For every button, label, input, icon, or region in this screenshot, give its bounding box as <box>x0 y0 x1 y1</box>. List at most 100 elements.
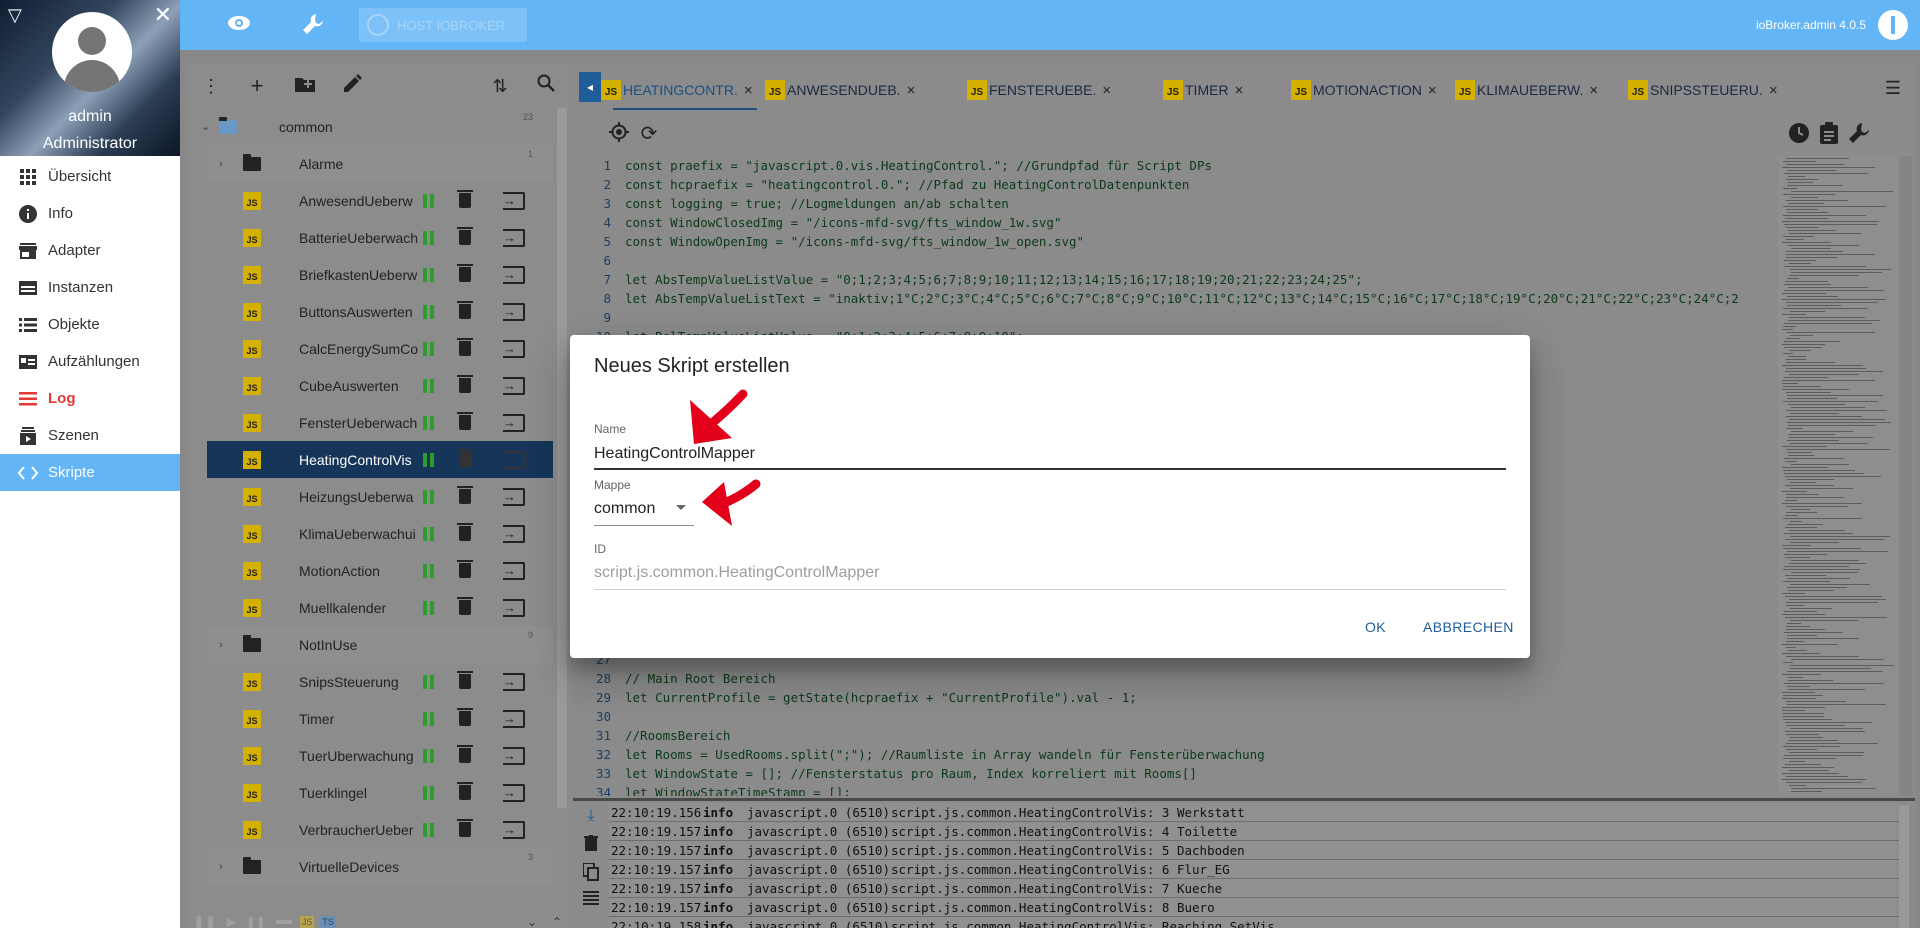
sidebar-item-uebersicht[interactable]: Übersicht <box>0 158 180 195</box>
more-vert-icon[interactable]: ⋮ <box>199 74 223 98</box>
delete-icon[interactable] <box>457 486 473 504</box>
chevron-right-icon[interactable]: › <box>219 158 223 170</box>
folder-select[interactable]: common <box>594 500 655 518</box>
tree-script[interactable]: JS HeizungsUeberwa → <box>207 478 553 515</box>
menu-toggle-icon[interactable]: ▽ <box>8 6 22 24</box>
cancel-button[interactable]: ABBRECHEN <box>1423 619 1514 635</box>
delete-icon[interactable] <box>457 708 473 726</box>
pause-script-icon[interactable] <box>423 601 435 615</box>
export-icon[interactable]: → <box>503 340 525 358</box>
settings-wrench-icon[interactable] <box>1847 122 1871 146</box>
pause-script-icon[interactable] <box>423 564 435 578</box>
tree-folder[interactable]: › NotInUse 9 <box>207 626 553 663</box>
export-icon[interactable]: → <box>503 192 525 210</box>
pause-script-icon[interactable] <box>423 194 435 208</box>
pause-script-icon[interactable] <box>423 675 435 689</box>
pause-script-icon[interactable] <box>423 342 435 356</box>
export-icon[interactable]: → <box>503 229 525 247</box>
editor-tab[interactable]: JS ANWESENDUEB. × <box>765 78 915 102</box>
export-icon[interactable]: → <box>503 599 525 617</box>
editor-tab[interactable]: JS SNIPSSTEUERU. × <box>1628 78 1778 102</box>
pause-script-icon[interactable] <box>423 379 435 393</box>
js-filter-icon[interactable]: JS <box>299 916 315 928</box>
sidebar-item-log[interactable]: Log <box>0 380 180 417</box>
add-script-button[interactable]: + <box>245 74 269 98</box>
wrench-icon[interactable] <box>301 13 325 37</box>
editor-scrollbar[interactable] <box>1900 156 1912 796</box>
delete-icon[interactable] <box>457 375 473 393</box>
export-icon[interactable]: → <box>503 710 525 728</box>
sidebar-item-objekte[interactable]: Objekte <box>0 306 180 343</box>
pause-script-icon[interactable] <box>423 490 435 504</box>
tree-script[interactable]: JS ButtonsAuswerten → <box>207 293 553 330</box>
tree-script-selected[interactable]: JS HeatingControlVis → <box>207 441 553 478</box>
pause-script-icon[interactable] <box>423 823 435 837</box>
delete-icon[interactable] <box>457 745 473 763</box>
pause-script-icon[interactable] <box>423 268 435 282</box>
pause-script-icon[interactable] <box>423 712 435 726</box>
copy-icon[interactable] <box>581 862 601 883</box>
expand-icon[interactable]: ⌃ <box>552 915 562 929</box>
export-icon[interactable]: → <box>503 377 525 395</box>
delete-icon[interactable] <box>457 227 473 245</box>
delete-icon[interactable] <box>457 190 473 208</box>
pause-script-icon[interactable] <box>423 749 435 763</box>
editor-tab[interactable]: JS FENSTERUEBE. × <box>967 78 1111 102</box>
tree-script[interactable]: JS TuerUberwachung → <box>207 737 553 774</box>
tree-script[interactable]: JS Muellkalender → <box>207 589 553 626</box>
pause-script-icon[interactable] <box>423 786 435 800</box>
collapse-tree-button[interactable]: ◂ <box>579 72 601 102</box>
log-scrollbar[interactable] <box>1899 805 1909 931</box>
tree-script[interactable]: JS AnwesendUeberw → <box>207 182 553 219</box>
delete-icon[interactable] <box>457 338 473 356</box>
minus-icon[interactable] <box>275 920 292 924</box>
export-icon[interactable]: → <box>503 303 525 321</box>
refresh-icon[interactable]: ⟳ <box>637 122 661 146</box>
pause-script-icon[interactable] <box>423 231 435 245</box>
chevron-right-icon[interactable]: › <box>219 861 223 873</box>
export-icon[interactable]: → <box>503 266 525 284</box>
export-icon[interactable]: → <box>503 562 525 580</box>
tree-folder[interactable]: › Alarme 1 <box>207 145 553 182</box>
close-tab-icon[interactable]: × <box>1102 82 1111 99</box>
editor-tab[interactable]: JS HEATINGCONTR. × <box>601 78 753 102</box>
sidebar-item-info[interactable]: Info <box>0 195 180 232</box>
delete-icon[interactable] <box>457 523 473 541</box>
delete-icon[interactable] <box>457 819 473 837</box>
tabs-menu-icon[interactable]: ☰ <box>1885 78 1901 99</box>
export-icon[interactable]: → <box>503 525 525 543</box>
tree-script[interactable]: JS Tuerklingel → <box>207 774 553 811</box>
close-tab-icon[interactable]: × <box>1769 82 1778 99</box>
eye-icon[interactable] <box>227 13 251 37</box>
export-icon[interactable]: → <box>503 451 525 469</box>
tree-folder[interactable]: › VirtuelleDevices 3 <box>207 848 553 885</box>
close-tab-icon[interactable]: × <box>907 82 916 99</box>
editor-tab[interactable]: JS KLIMAUEBERW. × <box>1455 78 1598 102</box>
sidebar-item-instanzen[interactable]: Instanzen <box>0 269 180 306</box>
close-tab-icon[interactable]: × <box>1589 82 1598 99</box>
export-icon[interactable]: → <box>503 821 525 839</box>
clipboard-icon[interactable] <box>1817 122 1841 146</box>
delete-icon[interactable] <box>457 301 473 319</box>
host-button[interactable]: HOST IOBROKER <box>359 8 527 42</box>
tree-script[interactable]: JS MotionAction → <box>207 552 553 589</box>
tree-script[interactable]: JS SnipsSteuerung → <box>207 663 553 700</box>
export-icon[interactable]: → <box>503 488 525 506</box>
delete-icon[interactable] <box>457 412 473 430</box>
editor-tab[interactable]: JS MOTIONACTION × <box>1291 78 1437 102</box>
sidebar-item-szenen[interactable]: Szenen <box>0 417 180 454</box>
pause-script-icon[interactable] <box>423 416 435 430</box>
collapse-icon[interactable]: ⌄ <box>527 915 537 929</box>
delete-log-icon[interactable] <box>581 835 601 855</box>
sort-icon[interactable]: ⇅ <box>488 74 512 98</box>
ts-filter-icon[interactable]: TS <box>320 916 336 928</box>
delete-icon[interactable] <box>457 264 473 282</box>
play-icon[interactable]: ▶ <box>226 915 235 929</box>
tree-scrollbar[interactable] <box>557 108 567 808</box>
delete-icon[interactable] <box>457 597 473 615</box>
delete-icon[interactable] <box>457 671 473 689</box>
chevron-down-icon[interactable]: ⌄ <box>201 120 210 133</box>
tree-script[interactable]: JS KlimaUeberwachui → <box>207 515 553 552</box>
export-icon[interactable]: → <box>503 414 525 432</box>
pause-script-icon[interactable] <box>423 305 435 319</box>
